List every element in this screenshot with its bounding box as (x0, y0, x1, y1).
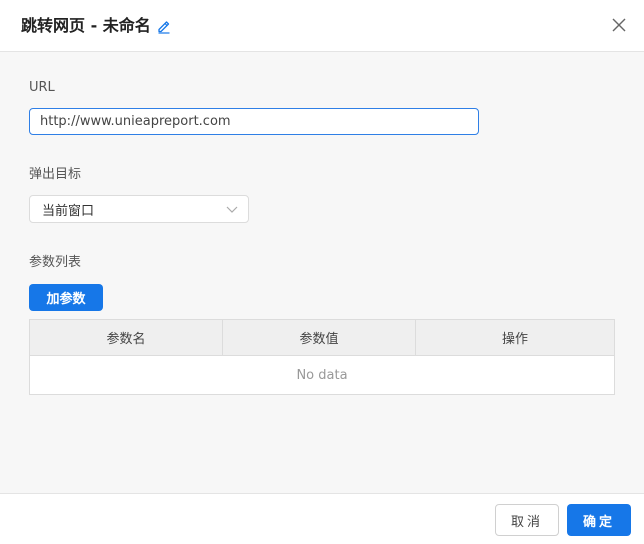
column-header-param-value: 参数值 (222, 319, 416, 356)
dialog-footer: 取消 确定 (0, 493, 644, 544)
empty-text: No data (29, 355, 615, 395)
dialog-body: URL 弹出目标 当前窗口 参数列表 加参数 参数名 参数值 操作 No dat… (0, 52, 644, 493)
url-label: URL (29, 80, 55, 95)
pencil-icon[interactable] (156, 18, 172, 34)
params-label: 参数列表 (29, 255, 82, 270)
target-select[interactable]: 当前窗口 (29, 195, 249, 223)
jump-webpage-dialog: 跳转网页 - 未命名 URL 弹出目标 当前窗口 (0, 0, 644, 544)
column-header-param-name: 参数名 (29, 319, 223, 356)
dialog-header: 跳转网页 - 未命名 (0, 0, 644, 52)
target-label: 弹出目标 (29, 167, 82, 182)
url-input[interactable] (29, 108, 479, 135)
table-empty-row: No data (29, 355, 615, 395)
close-icon[interactable] (610, 16, 628, 34)
params-table: 参数名 参数值 操作 No data (29, 319, 615, 395)
dialog-title-text: 跳转网页 - 未命名 (21, 16, 151, 35)
dialog-title: 跳转网页 - 未命名 (21, 15, 172, 37)
table-header-row: 参数名 参数值 操作 (29, 319, 615, 356)
confirm-button[interactable]: 确定 (567, 504, 631, 536)
column-header-actions: 操作 (415, 319, 615, 356)
add-param-button[interactable]: 加参数 (29, 284, 103, 311)
chevron-down-icon (226, 206, 238, 213)
cancel-button[interactable]: 取消 (495, 504, 559, 536)
target-select-value: 当前窗口 (42, 203, 95, 219)
